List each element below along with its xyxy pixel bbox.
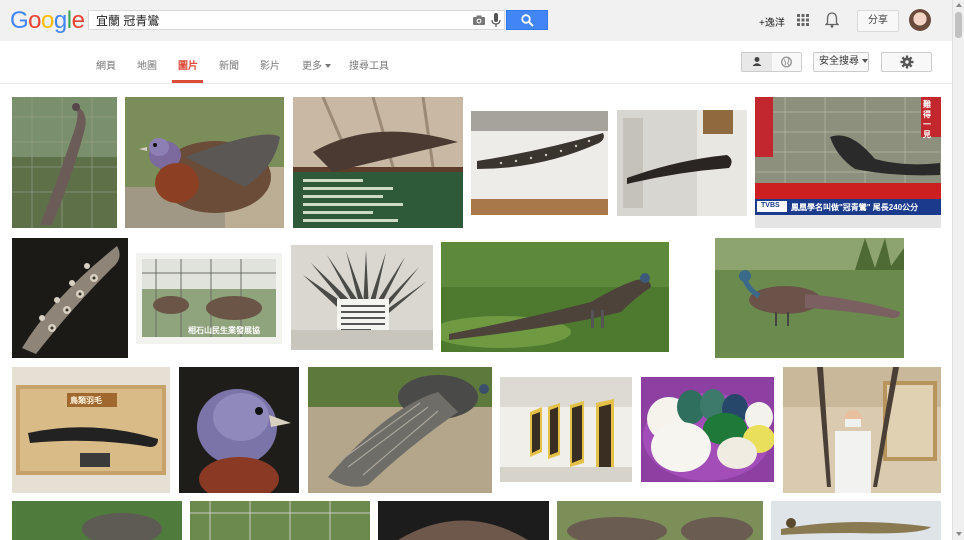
camera-icon[interactable]	[473, 14, 485, 26]
logo-letter: G	[10, 7, 29, 34]
image-result[interactable]	[190, 501, 370, 540]
tab-images[interactable]: 圖片	[178, 57, 198, 72]
dark-photo-image	[378, 501, 549, 540]
feather-specimen-board-image	[12, 367, 170, 493]
man-holding-feathers-image	[783, 367, 941, 493]
feather-pattern-close-up-image	[12, 238, 128, 358]
peacock-pheasant-in-cage-image	[12, 97, 117, 228]
logo-letter: o	[41, 7, 54, 34]
google-logo[interactable]: Google	[10, 7, 85, 35]
scrollbar-thumb[interactable]	[955, 12, 962, 38]
view-toggle	[741, 52, 802, 72]
logo-letter: o	[28, 7, 42, 34]
image-result[interactable]: 鳥類羽毛	[12, 367, 170, 493]
search-input[interactable]	[96, 13, 456, 28]
image-result[interactable]	[125, 97, 284, 228]
top-bar: Google +逸洋 分享	[0, 0, 952, 41]
personal-results-button[interactable]	[742, 53, 773, 71]
image-result[interactable]	[783, 367, 941, 493]
pheasant-head-portrait-image	[179, 367, 299, 493]
logo-letter: e	[71, 7, 85, 34]
caret-down-icon	[862, 59, 868, 64]
gear-icon	[900, 55, 914, 69]
pheasant-walking-on-lawn-image	[715, 238, 904, 358]
share-button[interactable]: 分享	[857, 10, 899, 32]
long-feather-display-image	[471, 111, 608, 215]
image-result[interactable]	[641, 377, 774, 482]
image-result[interactable]	[12, 97, 117, 228]
aviary-photo-image	[190, 501, 370, 540]
caret-down-icon	[325, 64, 331, 69]
image-result[interactable]	[378, 501, 549, 540]
tv-side-caption: 難得一見	[923, 100, 931, 139]
image-result[interactable]	[291, 245, 433, 350]
notifications-bell-icon[interactable]	[825, 12, 839, 28]
apps-grid-icon[interactable]	[797, 14, 809, 26]
pheasant-outdoor-image	[557, 501, 763, 540]
safe-search-button[interactable]: 安全搜尋	[813, 52, 869, 72]
image-result[interactable]	[179, 367, 299, 493]
safe-search-label: 安全搜尋	[819, 56, 859, 67]
person-icon	[752, 57, 762, 66]
feather-in-display-case-image	[617, 110, 747, 216]
image-result[interactable]	[471, 111, 608, 215]
active-tab-indicator	[172, 80, 203, 83]
user-avatar[interactable]	[909, 9, 931, 31]
image-result[interactable]	[308, 367, 492, 493]
globe-icon	[780, 56, 793, 68]
pheasant-fanning-tail-image	[308, 367, 492, 493]
tv-channel-caption: TVBS	[761, 202, 780, 209]
tab-web[interactable]: 網頁	[96, 57, 116, 72]
search-icon	[521, 14, 534, 27]
global-results-button[interactable]	[772, 53, 801, 71]
tab-search-tools[interactable]: 搜尋工具	[349, 57, 389, 72]
image-result[interactable]	[617, 110, 747, 216]
search-button[interactable]	[506, 10, 548, 30]
plus-user-link[interactable]: +逸洋	[759, 14, 785, 29]
fanned-feathers-display-image	[291, 245, 433, 350]
vertical-scrollbar[interactable]	[952, 0, 964, 540]
image-result[interactable]	[557, 501, 763, 540]
image-result[interactable]: TVBS 鳳凰學名叫做"冠青鸞" 尾長240公分 難得一見	[755, 97, 941, 228]
tab-more-label: 更多	[302, 61, 322, 72]
pheasant-photo-image	[12, 501, 182, 540]
tab-more[interactable]: 更多	[302, 57, 331, 72]
pheasant-close-up-image	[125, 97, 284, 228]
tab-news[interactable]: 新聞	[219, 57, 239, 72]
image-result[interactable]	[12, 238, 128, 358]
image-result[interactable]	[441, 242, 669, 352]
image-result[interactable]	[293, 97, 463, 228]
aviary-caption: 相石山民生業發展協	[188, 326, 260, 335]
museum-display-frames-image	[500, 377, 632, 482]
specimen-sign-caption: 鳥類羽毛	[70, 396, 102, 405]
pheasant-on-grass-image	[441, 242, 669, 352]
pheasant-specimen-image	[771, 501, 941, 540]
tab-videos[interactable]: 影片	[260, 57, 280, 72]
scroll-up-arrow-icon[interactable]	[956, 3, 962, 7]
search-box[interactable]	[88, 10, 505, 30]
microphone-icon[interactable]	[491, 13, 501, 28]
image-result[interactable]	[12, 501, 182, 540]
scroll-down-arrow-icon[interactable]	[956, 532, 962, 536]
image-result[interactable]	[715, 238, 904, 358]
tab-maps[interactable]: 地圖	[137, 57, 157, 72]
colored-eggs-basket-image	[641, 377, 774, 482]
phoenix-exhibit-sign-image	[293, 97, 463, 228]
image-result[interactable]: 相石山民生業發展協	[136, 253, 282, 344]
settings-button[interactable]	[881, 52, 932, 72]
image-result[interactable]	[771, 501, 941, 540]
logo-letter: g	[53, 7, 67, 34]
tv-news-caption: 鳳凰學名叫做"冠青鸞" 尾長240公分	[791, 203, 919, 212]
image-result[interactable]	[500, 377, 632, 482]
nav-bar: 網頁 地圖 圖片 新聞 影片 更多 搜尋工具	[0, 41, 952, 84]
